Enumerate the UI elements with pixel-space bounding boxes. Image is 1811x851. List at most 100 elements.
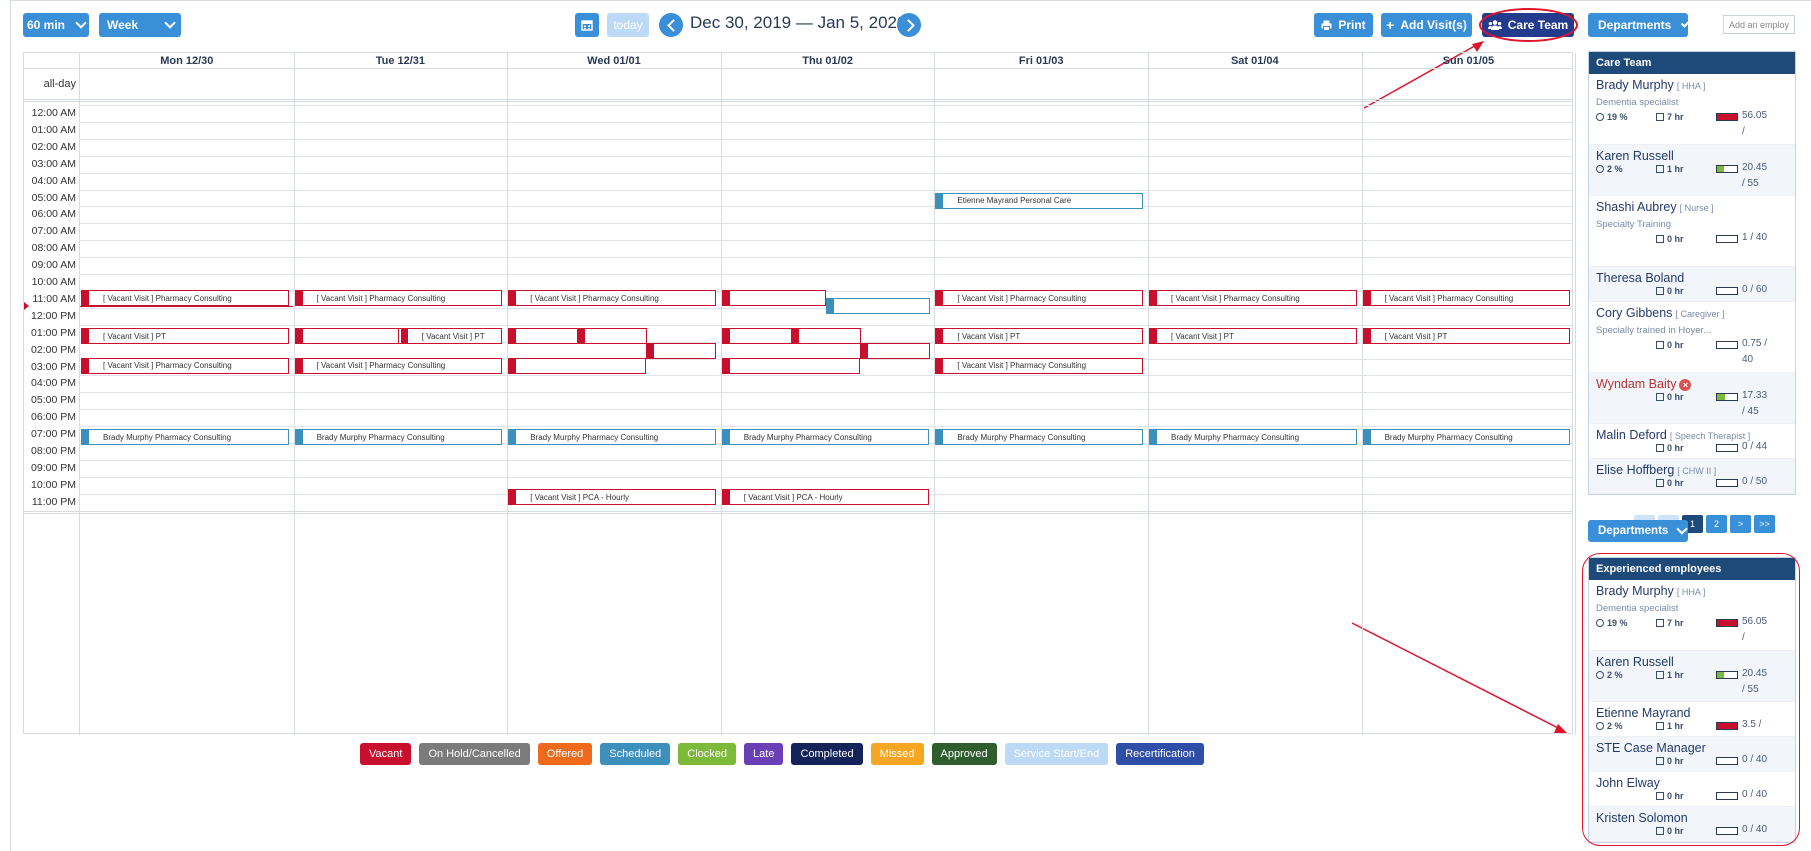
calendar-event[interactable]: [ Vacant Visit ] Pharmacy Consulting — [1149, 290, 1357, 307]
employee-card[interactable]: Wyndam Baity × 0 hr 17.33 / 45 — [1589, 373, 1795, 424]
calendar-event[interactable]: [ Vacant Visit ] Pharmacy Consulting — [935, 290, 1143, 307]
calendar-event[interactable]: [ Vacant Visit ] PCA - Hourly — [721, 489, 930, 506]
employee-name[interactable]: Brady Murphy — [1596, 78, 1674, 92]
employee-name[interactable]: Cory Gibbens — [1596, 306, 1672, 320]
event-title: [ Vacant Visit ] Pharmacy Consulting — [316, 293, 446, 303]
match-percent: 19 % — [1596, 112, 1628, 122]
link-icon — [1596, 113, 1604, 121]
calendar-event[interactable] — [859, 343, 930, 360]
time-slot-line — [79, 409, 1572, 411]
calendar-event[interactable]: Brady Murphy Pharmacy Consulting — [1149, 429, 1357, 446]
time-slot-label: 03:00 PM — [31, 360, 76, 373]
calendar-event[interactable] — [294, 328, 399, 345]
employee-card[interactable]: Elise Hoffberg[ CHW II ] 0 hr 0 / 50 — [1589, 459, 1795, 494]
calendar-event[interactable]: [ Vacant Visit ] PT — [1149, 328, 1357, 345]
pagination-button[interactable]: > — [1730, 515, 1751, 533]
calendar-event[interactable] — [508, 328, 579, 345]
time-slot-label: 09:00 PM — [31, 461, 76, 474]
calendar-event[interactable]: [ Vacant Visit ] Pharmacy Consulting — [1362, 290, 1571, 307]
calendar-event[interactable]: Brady Murphy Pharmacy Consulting — [935, 429, 1143, 446]
time-slot-label: 06:00 PM — [31, 411, 76, 424]
calendar-icon — [1656, 235, 1664, 243]
calendar-event[interactable]: [ Vacant Visit ] Pharmacy Consulting — [508, 290, 716, 307]
departments-dropdown-secondary[interactable]: Departments — [1588, 520, 1688, 542]
hours-utilization-max: / 55 — [1742, 178, 1759, 189]
calendar-event[interactable] — [721, 328, 792, 345]
pagination-button[interactable]: >> — [1754, 515, 1775, 533]
now-indicator-arrow — [24, 301, 29, 310]
event-title: [ Vacant Visit ] Pharmacy Consulting — [103, 361, 232, 371]
match-percent-value: 19 % — [1607, 112, 1628, 122]
time-slot-label: 08:00 PM — [31, 445, 76, 457]
employee-name[interactable]: Karen Russell — [1596, 149, 1674, 163]
event-title: [ Vacant Visit ] Pharmacy Consulting — [957, 361, 1087, 371]
calendar-event[interactable]: Brady Murphy Pharmacy Consulting — [81, 429, 289, 446]
calendar-event[interactable]: Brady Murphy Pharmacy Consulting — [721, 429, 930, 446]
link-icon — [1596, 165, 1604, 173]
employee-card[interactable]: Theresa Boland 0 hr 0 / 60 — [1589, 267, 1795, 302]
calendar-event[interactable] — [577, 328, 648, 345]
departments-label: Departments — [1598, 525, 1669, 537]
remove-icon[interactable]: × — [1679, 379, 1692, 391]
calendar-event[interactable]: Etienne Mayrand Personal Care — [935, 192, 1143, 209]
calendar-event[interactable]: Brady Murphy Pharmacy Consulting — [294, 429, 503, 446]
employee-card[interactable]: Shashi Aubrey[ Nurse ] Specialty Training… — [1589, 196, 1795, 267]
calendar-event[interactable] — [790, 328, 861, 345]
employee-card[interactable]: Cory Gibbens[ Caregiver ] Specially train… — [1589, 302, 1795, 373]
scheduled-hours-value: 0 hr — [1667, 443, 1684, 453]
match-percent-value: 2 % — [1607, 164, 1623, 174]
calendar-event[interactable]: [ Vacant Visit ] Pharmacy Consulting — [294, 290, 503, 307]
calendar-event[interactable]: Brady Murphy Pharmacy Consulting — [1362, 429, 1571, 446]
legend-item: Completed — [791, 743, 863, 765]
time-slot-label: 11:00 AM — [32, 292, 76, 305]
scheduled-hours: 0 hr — [1656, 286, 1684, 296]
scheduled-hours: 7 hr — [1656, 112, 1684, 122]
employee-card[interactable]: Malin Deford[ Speech Therapist ] 0 hr 0 / … — [1589, 424, 1795, 459]
calendar-event[interactable] — [508, 357, 647, 374]
scheduled-hours-value: 0 hr — [1667, 478, 1684, 488]
time-slot-label: 01:00 PM — [31, 326, 76, 339]
employee-name[interactable]: Wyndam Baity — [1596, 377, 1676, 391]
calendar-event[interactable]: [ Vacant Visit ] PT — [81, 328, 289, 345]
legend-item: Clocked — [678, 743, 737, 765]
day-header: Mon 12/30 — [160, 55, 214, 67]
scheduled-hours: 0 hr — [1656, 443, 1684, 453]
care-team-panel: Care Team Brady Murphy[ HHA ] Dementia sp… — [1588, 51, 1796, 495]
calendar-event[interactable]: [ Vacant Visit ] PT — [1362, 328, 1571, 345]
time-slot-label: 05:00 AM — [31, 191, 76, 204]
calendar-event[interactable]: [ Vacant Visit ] PT — [397, 328, 502, 345]
time-slot-line — [79, 138, 1572, 140]
week-calendar[interactable]: all-day Mon 12/30 Tue 12/31 Wed 01/01 Thu 0… — [23, 52, 1577, 735]
calendar-event[interactable]: Brady Murphy Pharmacy Consulting — [508, 429, 716, 446]
employee-name[interactable]: Shashi Aubrey — [1596, 200, 1677, 214]
calendar-event[interactable] — [825, 297, 930, 314]
scheduled-hours: 0 hr — [1656, 340, 1684, 350]
pagination-button[interactable]: 2 — [1706, 515, 1727, 533]
calendar-event[interactable]: [ Vacant Visit ] Pharmacy Consulting — [935, 357, 1143, 374]
employee-name[interactable]: Elise Hoffberg — [1596, 463, 1674, 477]
time-slot-label: 12:00 AM — [31, 107, 76, 119]
employee-name[interactable]: Theresa Boland — [1596, 271, 1684, 285]
hours-utilization-bar — [1716, 393, 1738, 401]
scheduled-hours-value: 0 hr — [1667, 286, 1684, 296]
scheduled-hours: 1 hr — [1656, 164, 1684, 174]
employee-card[interactable]: Karen Russell 2 % 1 hr 20.45 / 55 — [1589, 145, 1795, 196]
all-day-row[interactable]: all-day — [24, 69, 1572, 102]
calendar-event[interactable]: [ Vacant Visit ] Pharmacy Consulting — [81, 357, 289, 374]
calendar-event[interactable] — [721, 290, 826, 307]
employee-role: [ Nurse ] — [1679, 203, 1714, 213]
day-header: Wed 01/01 — [587, 55, 641, 67]
calendar-event[interactable] — [721, 357, 860, 374]
calendar-event[interactable]: [ Vacant Visit ] Pharmacy Consulting — [294, 357, 503, 374]
calendar-event[interactable]: [ Vacant Visit ] Pharmacy Consulting — [81, 290, 289, 307]
legend-item: Scheduled — [600, 743, 671, 765]
hours-utilization-value: 0 / 60 — [1742, 284, 1768, 295]
employee-card[interactable]: Brady Murphy[ HHA ] Dementia specialist 19… — [1589, 74, 1795, 145]
employee-name[interactable]: Malin Deford — [1596, 428, 1667, 442]
calendar-event[interactable]: [ Vacant Visit ] PT — [935, 328, 1143, 345]
scheduled-hours-value: 7 hr — [1667, 112, 1684, 122]
time-slot-line — [79, 223, 1572, 225]
calendar-event[interactable]: [ Vacant Visit ] PCA - Hourly — [508, 489, 716, 506]
calendar-event[interactable] — [646, 343, 717, 360]
hours-utilization-bar — [1716, 287, 1738, 295]
